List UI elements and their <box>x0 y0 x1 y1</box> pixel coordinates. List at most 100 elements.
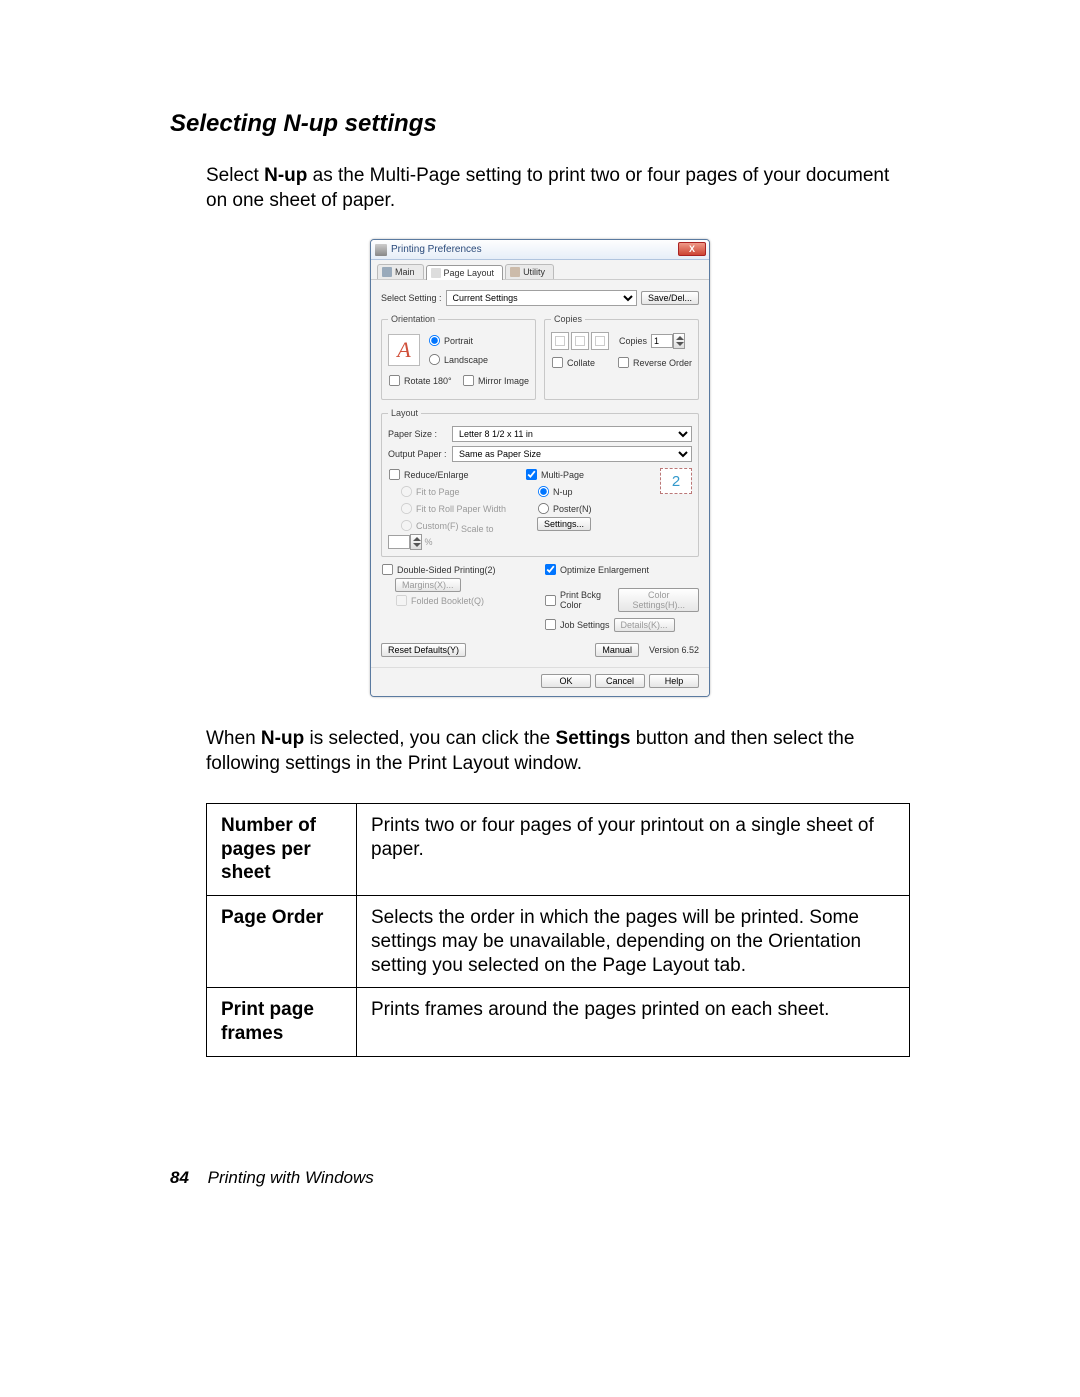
portrait-label: Portrait <box>444 336 473 346</box>
cell-header: Page Order <box>207 896 357 988</box>
page-footer: 84 Printing with Windows <box>170 1168 374 1188</box>
double-sided-label: Double-Sided Printing(2) <box>397 565 496 575</box>
help-button[interactable]: Help <box>649 674 699 688</box>
page-number: 84 <box>170 1168 189 1187</box>
reduce-enlarge-checkbox[interactable]: Reduce/Enlarge <box>388 468 469 481</box>
copies-group: Copies Copies Collate Reverse Order <box>544 314 699 400</box>
color-settings-button: Color Settings(H)... <box>618 588 699 612</box>
reverse-order-label: Reverse Order <box>633 358 692 368</box>
layout-legend: Layout <box>388 408 421 418</box>
scale-spinner <box>388 534 422 550</box>
table-row: Number of pages per sheet Prints two or … <box>207 803 910 895</box>
multi-page-label: Multi-Page <box>541 470 584 480</box>
ok-button[interactable]: OK <box>541 674 591 688</box>
portrait-radio[interactable]: Portrait <box>428 334 488 347</box>
folded-booklet-checkbox: Folded Booklet(Q) <box>395 594 484 607</box>
tab-row: Main Page Layout Utility <box>371 260 709 280</box>
landscape-label: Landscape <box>444 355 488 365</box>
scale-unit: % <box>425 537 433 547</box>
intro-text2: as the Multi-Page setting to print two o… <box>206 165 889 211</box>
reverse-order-checkbox[interactable]: Reverse Order <box>617 356 692 369</box>
after-text-d: Settings <box>556 728 631 749</box>
copies-preview-icon <box>551 332 609 350</box>
intro-bold: N-up <box>264 165 307 186</box>
mirror-image-checkbox[interactable]: Mirror Image <box>462 374 529 387</box>
paper-size-dropdown[interactable]: Letter 8 1/2 x 11 in <box>452 426 692 442</box>
tab-icon <box>510 267 520 277</box>
select-setting-dropdown[interactable]: Current Settings <box>446 290 637 306</box>
reset-defaults-button[interactable]: Reset Defaults(Y) <box>381 643 466 657</box>
poster-radio[interactable]: Poster(N) <box>537 502 592 515</box>
cancel-button[interactable]: Cancel <box>595 674 645 688</box>
tab-icon <box>382 267 392 277</box>
printer-icon <box>375 244 387 256</box>
copies-spinner[interactable] <box>651 333 685 349</box>
copies-label: Copies <box>619 336 647 346</box>
version-label: Version 6.52 <box>649 645 699 655</box>
tab-main-label: Main <box>395 267 415 277</box>
printing-preferences-dialog: Printing Preferences X Main Page Layout … <box>370 239 710 697</box>
collate-checkbox[interactable]: Collate <box>551 356 595 369</box>
output-paper-label: Output Paper : <box>388 449 448 459</box>
collate-label: Collate <box>567 358 595 368</box>
table-row: Page Order Selects the order in which th… <box>207 896 910 988</box>
orientation-legend: Orientation <box>388 314 438 324</box>
table-row: Print page frames Prints frames around t… <box>207 988 910 1057</box>
intro-text: Select <box>206 165 264 186</box>
tab-utility[interactable]: Utility <box>505 264 554 279</box>
close-button[interactable]: X <box>678 242 706 256</box>
reduce-enlarge-label: Reduce/Enlarge <box>404 470 469 480</box>
cell-header: Number of pages per sheet <box>207 803 357 895</box>
manual-button[interactable]: Manual <box>595 643 639 657</box>
nup-radio[interactable]: N-up <box>537 485 573 498</box>
after-text-a: When <box>206 728 261 749</box>
nup-label: N-up <box>553 487 573 497</box>
job-settings-label: Job Settings <box>560 620 610 630</box>
select-setting-label: Select Setting : <box>381 293 442 303</box>
rotate-label: Rotate 180° <box>404 376 452 386</box>
optimize-enlargement-checkbox[interactable]: Optimize Enlargement <box>544 563 649 576</box>
landscape-radio[interactable]: Landscape <box>428 353 488 366</box>
double-sided-checkbox[interactable]: Double-Sided Printing(2) <box>381 563 496 576</box>
print-bckg-color-checkbox[interactable]: Print Bckg Color <box>544 590 614 610</box>
section-title: Selecting N-up settings <box>170 110 910 138</box>
tab-main[interactable]: Main <box>377 264 424 279</box>
orientation-preview-icon: A <box>388 334 420 366</box>
spinner-updown-icon[interactable] <box>673 333 685 349</box>
dialog-title: Printing Preferences <box>391 244 482 255</box>
orientation-group: Orientation A Portrait Landscape Rotate … <box>381 314 536 400</box>
nup-preview-icon: 2 <box>660 468 692 494</box>
tab-layout-label: Page Layout <box>444 268 495 278</box>
folded-booklet-label: Folded Booklet(Q) <box>411 596 484 606</box>
spinner-updown-icon <box>410 534 422 550</box>
custom-radio[interactable]: Custom(F) <box>400 519 459 532</box>
fit-to-roll-label: Fit to Roll Paper Width <box>416 504 506 514</box>
fit-to-page-radio[interactable]: Fit to Page <box>400 485 460 498</box>
after-paragraph: When N-up is selected, you can click the… <box>206 727 910 776</box>
after-text-c: is selected, you can click the <box>304 728 555 749</box>
details-button: Details(K)... <box>614 618 675 632</box>
fit-to-roll-radio[interactable]: Fit to Roll Paper Width <box>400 502 506 515</box>
custom-label: Custom(F) <box>416 521 459 531</box>
scale-input <box>388 535 410 549</box>
cell-value: Prints frames around the pages printed o… <box>357 988 910 1057</box>
scale-to-label: Scale to <box>461 524 494 534</box>
job-settings-checkbox[interactable]: Job Settings <box>544 618 610 631</box>
print-bckg-label: Print Bckg Color <box>560 590 614 610</box>
rotate-180-checkbox[interactable]: Rotate 180° <box>388 374 452 387</box>
output-paper-dropdown[interactable]: Same as Paper Size <box>452 446 692 462</box>
poster-label: Poster(N) <box>553 504 592 514</box>
margins-button: Margins(X)... <box>395 578 461 592</box>
copies-legend: Copies <box>551 314 585 324</box>
settings-button[interactable]: Settings... <box>537 517 591 531</box>
chapter-title: Printing with Windows <box>208 1168 374 1187</box>
tab-page-layout[interactable]: Page Layout <box>426 265 504 280</box>
copies-input[interactable] <box>651 334 673 348</box>
multi-page-checkbox[interactable]: Multi-Page <box>525 468 584 481</box>
options-table: Number of pages per sheet Prints two or … <box>206 803 910 1057</box>
optimize-label: Optimize Enlargement <box>560 565 649 575</box>
layout-group: Layout Paper Size : Letter 8 1/2 x 11 in… <box>381 408 699 557</box>
after-text-b: N-up <box>261 728 304 749</box>
save-del-button[interactable]: Save/Del... <box>641 291 699 305</box>
paper-size-label: Paper Size : <box>388 429 448 439</box>
